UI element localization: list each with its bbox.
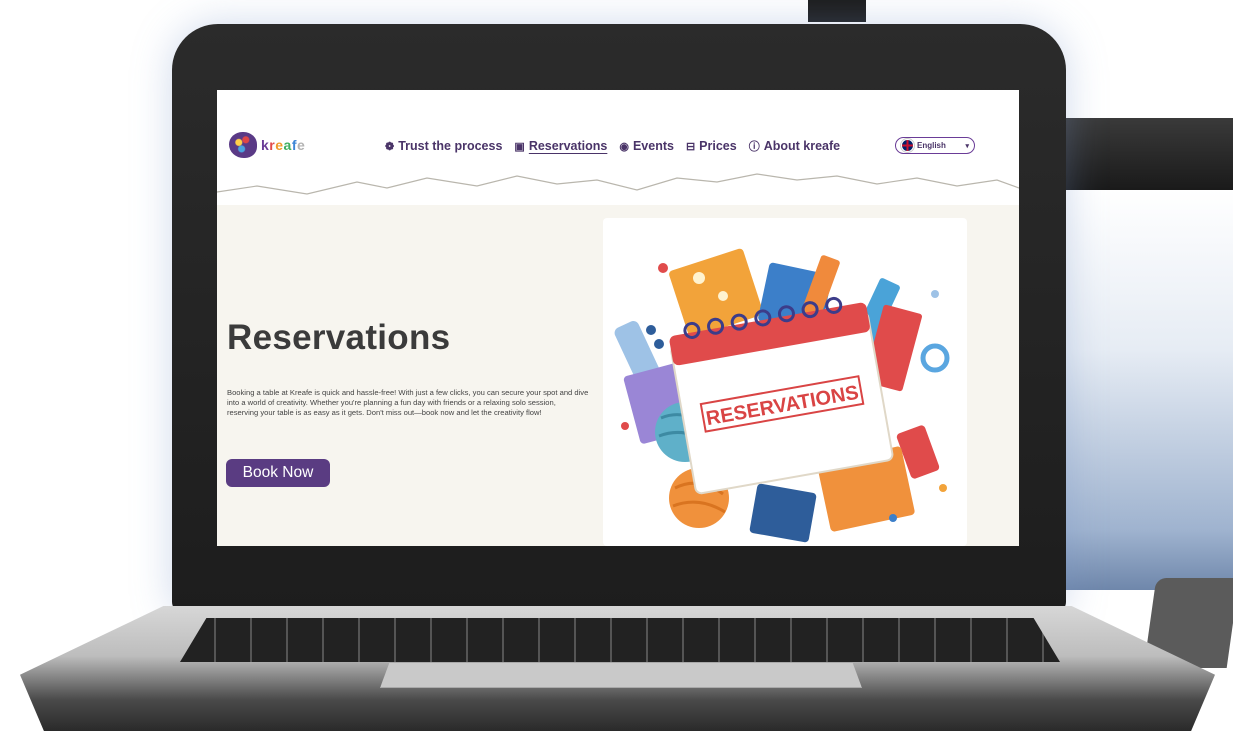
calendar-icon: ▣ (514, 140, 525, 153)
logo-wordmark: kreafe (261, 137, 305, 153)
nav-label: Events (632, 139, 674, 153)
uk-flag-icon (901, 139, 914, 152)
background-glow (1060, 190, 1233, 590)
nav-item-about-kreafe[interactable]: ⓘ About kreafe (749, 138, 840, 154)
events-icon: ◉ (619, 140, 629, 153)
nav-item-trust-the-process[interactable]: ❁ Trust the process (385, 138, 502, 154)
nav-label: Prices (699, 139, 737, 153)
book-now-button[interactable]: Book Now (226, 459, 330, 487)
palette-icon: ❁ (385, 140, 395, 153)
language-select[interactable]: English ▾ (895, 137, 975, 154)
ticket-icon: ⊟ (685, 140, 696, 153)
website-screen: kreafe ❁ Trust the process ▣ Reservation… (217, 90, 1019, 546)
logo-letter: a (283, 137, 292, 153)
background-monitor (1060, 118, 1233, 190)
hero-description: Booking a table at Kreafe is quick and h… (227, 388, 589, 418)
nav-item-prices[interactable]: ⊟ Prices (686, 138, 737, 154)
info-icon: ⓘ (748, 141, 760, 153)
nav-item-events[interactable]: ◉ Events (619, 138, 674, 154)
page-title: Reservations (227, 318, 451, 357)
nav-label: About kreafe (763, 139, 841, 153)
background-monitor-stand (808, 0, 866, 22)
reservations-illustration-art: RESERVATIONS (614, 248, 950, 543)
palette-logo-icon (229, 132, 257, 158)
nav-label: Reservations (528, 139, 608, 153)
laptop-keyboard (180, 618, 1060, 662)
laptop-trackpad (380, 662, 862, 688)
logo-letter: e (275, 137, 284, 153)
torn-paper-divider (217, 168, 1019, 195)
main-nav: ❁ Trust the process ▣ Reservations ◉ Eve… (385, 138, 840, 154)
reservations-illustration: RESERVATIONS (603, 218, 967, 546)
site-logo[interactable]: kreafe (229, 132, 305, 158)
nav-label: Trust the process (398, 139, 503, 153)
logo-letter: e (297, 137, 306, 153)
chevron-down-icon: ▾ (965, 142, 969, 150)
nav-item-reservations[interactable]: ▣ Reservations (514, 138, 607, 154)
language-selected-value: English (917, 141, 946, 150)
